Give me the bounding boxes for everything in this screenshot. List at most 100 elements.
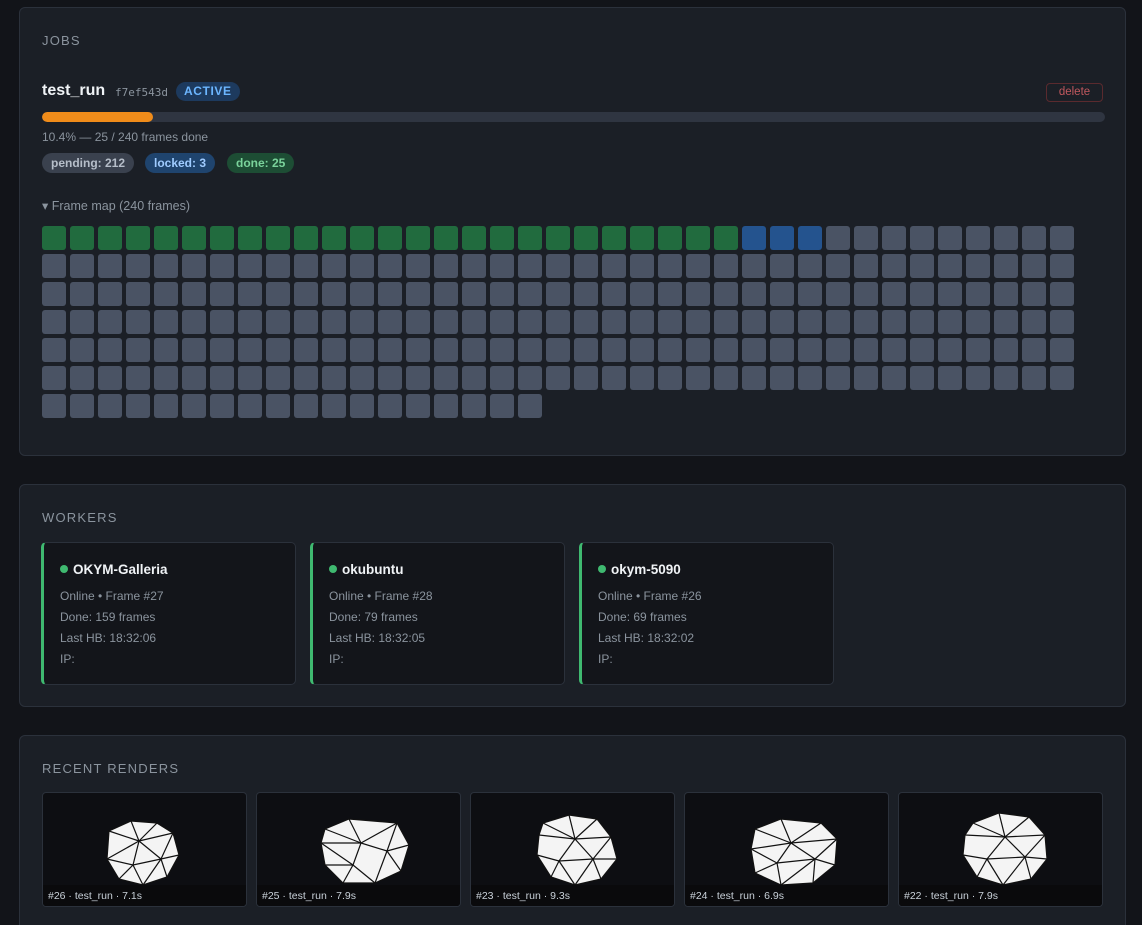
render-caption: #22 · test_run · 7.9s [899,885,1102,906]
frame-cell-pending [602,282,626,306]
worker-ip: IP: [329,652,344,666]
frame-cell-pending [658,282,682,306]
worker-card: okym-5090 Online • Frame #26 Done: 69 fr… [579,542,834,685]
worker-card: okubuntu Online • Frame #28 Done: 79 fra… [310,542,565,685]
frame-cell-pending [1022,338,1046,362]
render-caption: #23 · test_run · 9.3s [471,885,674,906]
render-thumbnail-card[interactable]: #26 · test_run · 7.1s [42,792,247,907]
frame-cell-pending [826,254,850,278]
recent-renders-panel: RECENT RENDERS #26 · test_run · 7.1s #25… [19,735,1126,925]
frame-cell-done [322,226,346,250]
render-thumbnail-card[interactable]: #23 · test_run · 9.3s [470,792,675,907]
frame-cell-done [350,226,374,250]
frame-cell-pending [238,254,262,278]
render-thumbnail-image [536,814,618,886]
frame-cell-pending [1022,254,1046,278]
frame-cell-pending [70,282,94,306]
frame-cell-pending [406,254,430,278]
frame-cell-pending [238,366,262,390]
frame-cell-pending [462,254,486,278]
frame-cell-pending [910,282,934,306]
render-thumbnail-image [962,812,1048,886]
frame-cell-pending [882,282,906,306]
job-name: test_run [42,82,106,99]
worker-done: Done: 159 frames [60,610,156,624]
frame-cell-pending [434,310,458,334]
online-status-dot [60,565,68,574]
worker-last-heartbeat: Last HB: 18:32:06 [60,631,157,645]
render-thumbnail-card[interactable]: #24 · test_run · 6.9s [684,792,889,907]
frame-cell-pending [154,366,178,390]
render-thumbnail-card[interactable]: #22 · test_run · 7.9s [898,792,1103,907]
frame-cell-pending [714,366,738,390]
frame-cell-pending [630,338,654,362]
frame-cell-pending [798,254,822,278]
frame-cell-pending [686,310,710,334]
frame-cell-pending [238,310,262,334]
frame-cell-pending [210,394,234,418]
frame-map-toggle[interactable]: ▾ Frame map (240 frames) [42,198,190,213]
frame-cell-pending [1050,282,1074,306]
frame-cell-pending [182,394,206,418]
frame-cell-pending [826,338,850,362]
frame-cell-pending [42,338,66,362]
frame-cell-pending [322,282,346,306]
frame-cell-pending [70,310,94,334]
frame-cell-pending [994,254,1018,278]
frame-cell-pending [378,366,402,390]
frame-cell-pending [434,394,458,418]
frame-cell-pending [546,254,570,278]
frame-cell-locked [770,226,794,250]
frame-cell-done [182,226,206,250]
frame-cell-pending [490,366,514,390]
worker-status: Online • Frame #26 [598,589,702,603]
frame-cell-pending [406,394,430,418]
worker-name-label: okubuntu [342,562,404,577]
frame-map-grid [42,226,1082,418]
frame-cell-pending [378,310,402,334]
frame-cell-pending [994,226,1018,250]
frame-cell-pending [266,394,290,418]
frame-cell-pending [406,310,430,334]
worker-done: Done: 79 frames [329,610,418,624]
frame-cell-pending [434,366,458,390]
frame-cell-pending [798,310,822,334]
frame-cell-pending [546,366,570,390]
frame-cell-pending [798,366,822,390]
frame-cell-pending [210,310,234,334]
render-thumbnail-card[interactable]: #25 · test_run · 7.9s [256,792,461,907]
frame-cell-pending [322,254,346,278]
frame-cell-pending [98,394,122,418]
frame-cell-pending [266,282,290,306]
delete-job-button[interactable]: delete [1046,83,1103,102]
frame-cell-pending [126,254,150,278]
frame-cell-pending [882,366,906,390]
frame-cell-pending [462,282,486,306]
worker-name-label: OKYM-Galleria [73,562,168,577]
worker-name: OKYM-Galleria [60,562,168,577]
frame-cell-pending [126,310,150,334]
frame-cell-pending [966,226,990,250]
frame-cell-pending [378,254,402,278]
frame-cell-pending [42,366,66,390]
frame-cell-pending [602,366,626,390]
frame-cell-pending [1022,310,1046,334]
frame-cell-pending [322,338,346,362]
worker-name-label: okym-5090 [611,562,681,577]
frame-cell-pending [714,310,738,334]
worker-name: okym-5090 [598,562,681,577]
frame-cell-pending [854,310,878,334]
frame-cell-done [378,226,402,250]
worker-name: okubuntu [329,562,403,577]
frame-cell-pending [826,282,850,306]
render-caption: #24 · test_run · 6.9s [685,885,888,906]
frame-cell-pending [574,338,598,362]
frame-cell-pending [70,366,94,390]
frame-cell-pending [126,394,150,418]
frame-cell-pending [966,310,990,334]
frame-cell-pending [546,310,570,334]
frame-cell-pending [350,394,374,418]
frame-cell-pending [350,254,374,278]
online-status-dot [329,565,337,574]
frame-cell-pending [574,310,598,334]
